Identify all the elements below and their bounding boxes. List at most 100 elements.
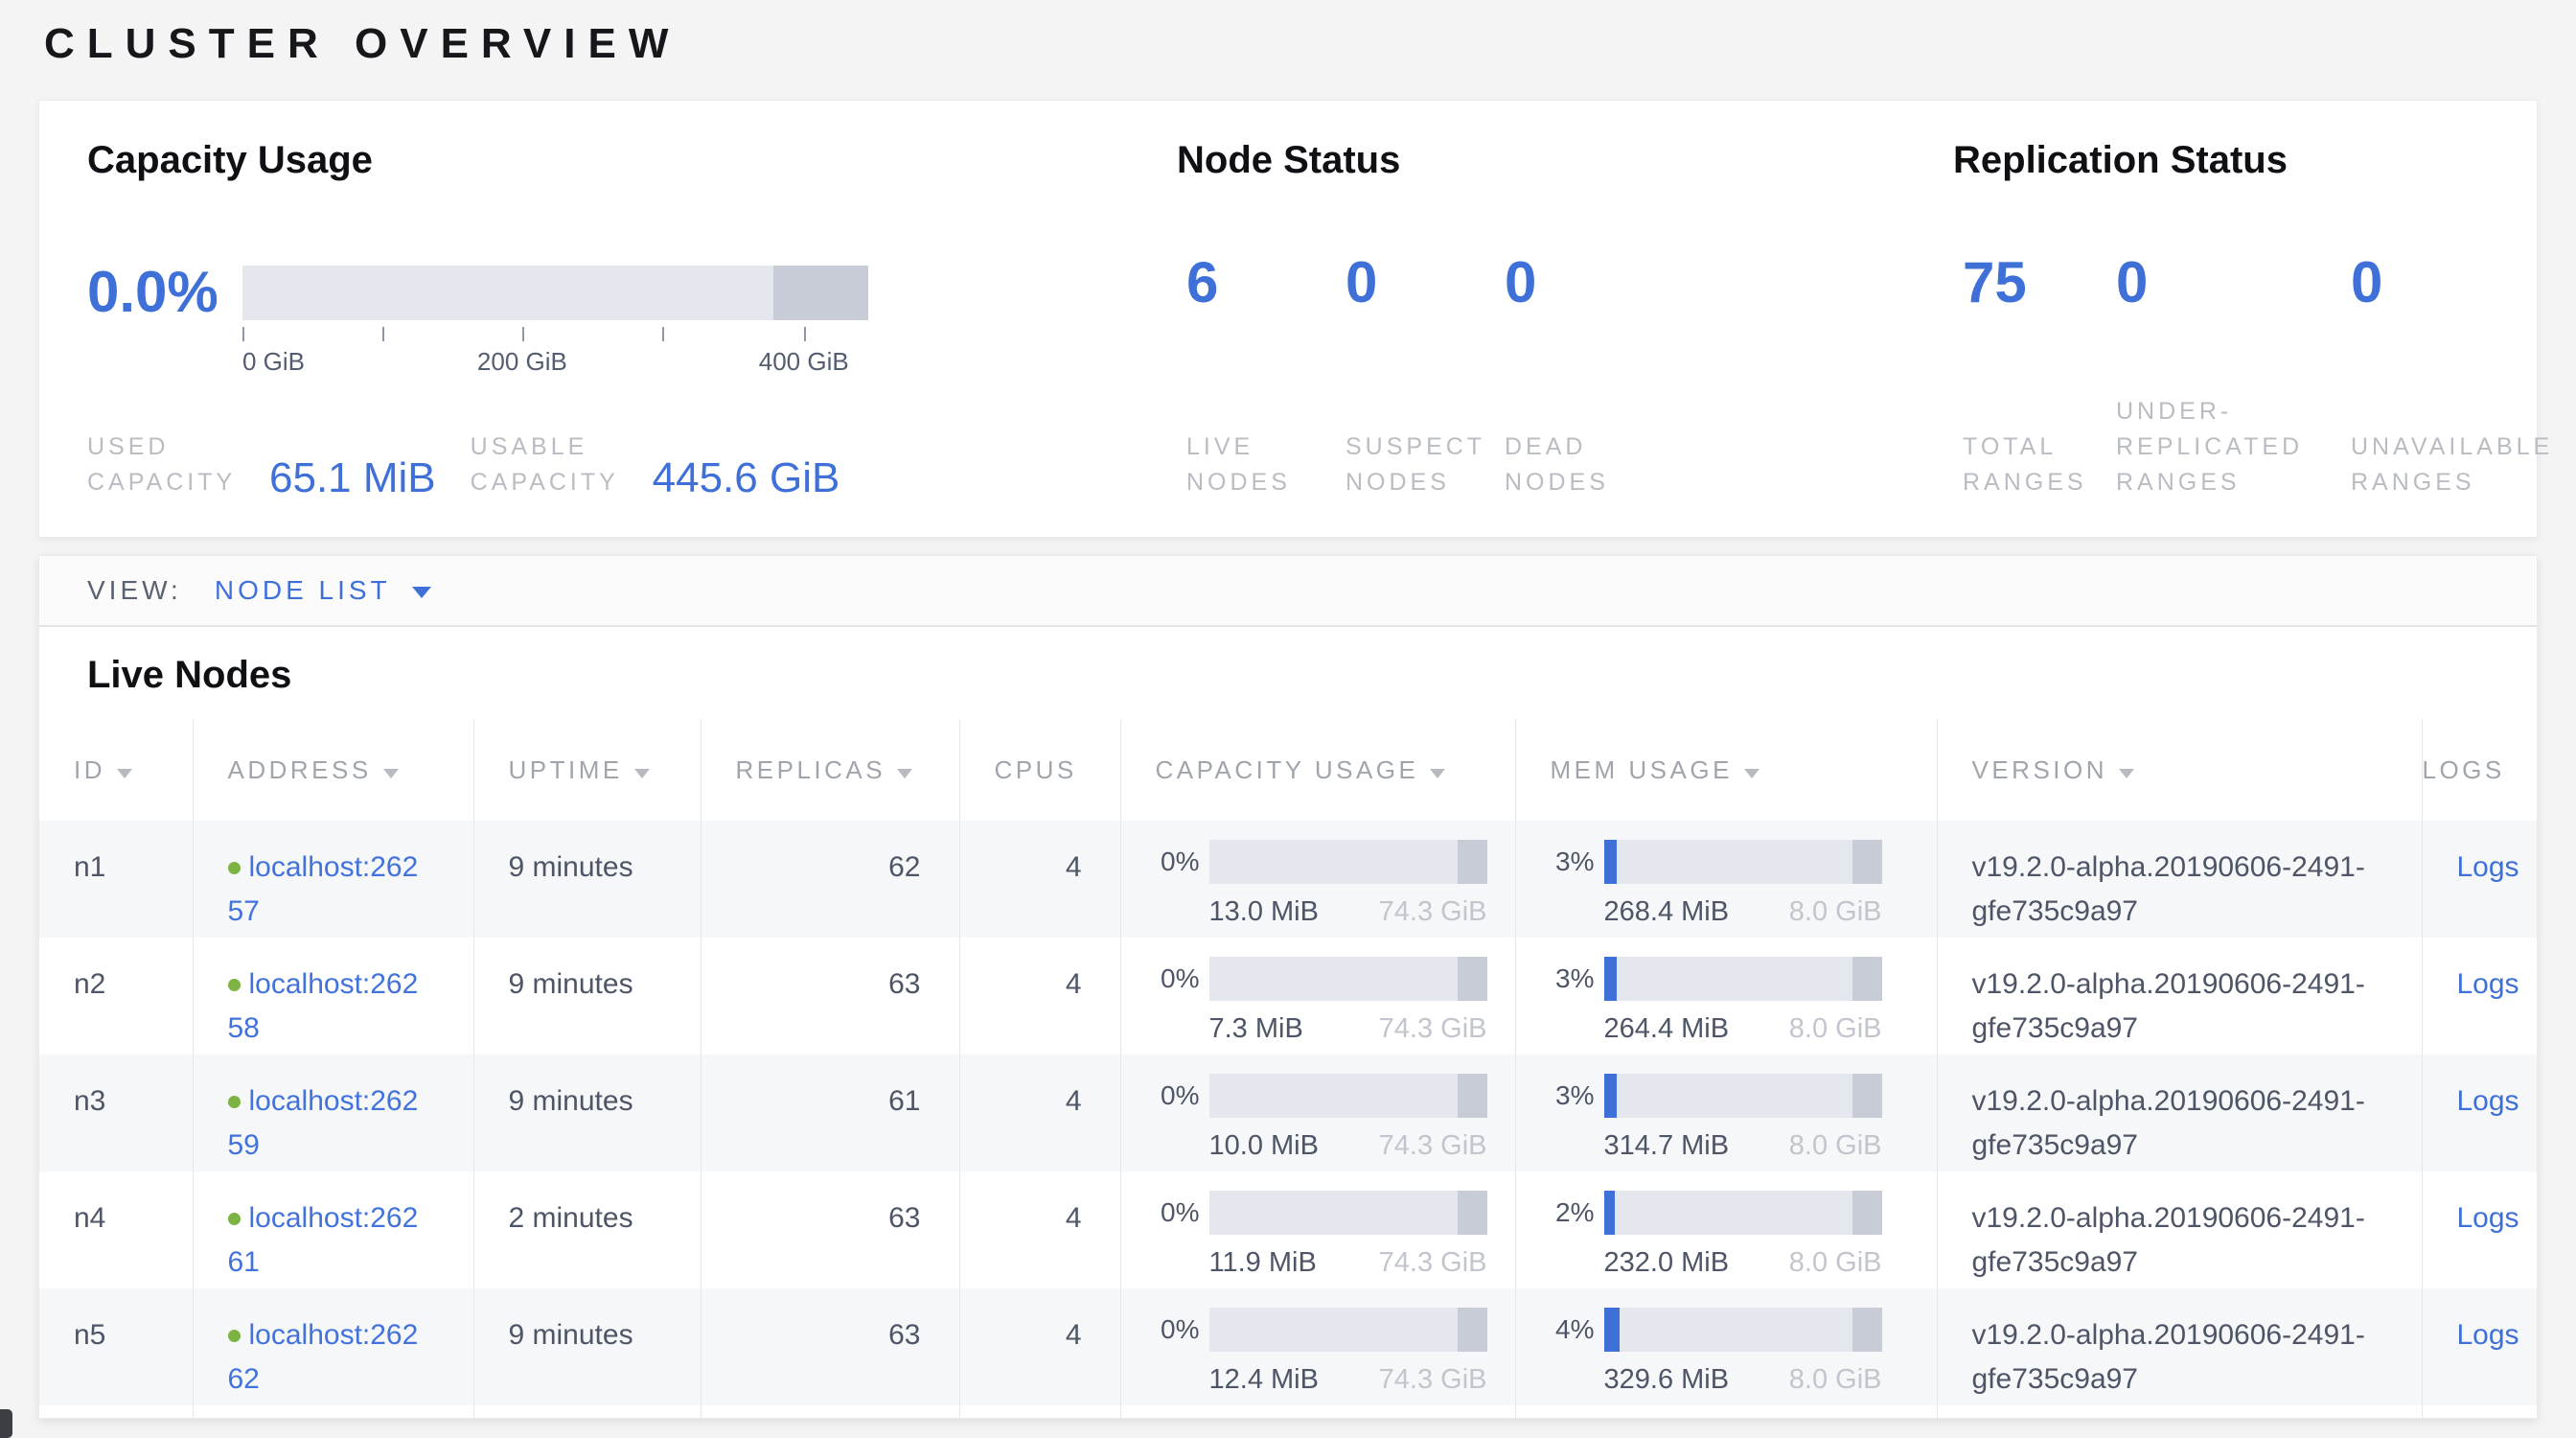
live-nodes-value: 6 <box>1186 248 1336 317</box>
axis-tick <box>662 327 664 341</box>
under-replicated-ranges-stat: 0 UNDER-REPLICATED RANGES <box>2106 248 2341 500</box>
logs-link[interactable]: Logs <box>2457 851 2519 883</box>
sort-caret-icon <box>2119 769 2134 778</box>
view-selected-value: NODE LIST <box>215 575 391 606</box>
capacity-bar-wrap: 0 GiB 200 GiB 400 GiB <box>242 266 868 376</box>
live-status-dot-icon <box>228 1096 241 1108</box>
cell-uptime: 9 minutes <box>473 938 701 1055</box>
total-ranges-stat: 75 TOTAL RANGES <box>1953 248 2106 500</box>
node-address-link[interactable]: localhost:26258 <box>228 968 419 1044</box>
table-row: n2 localhost:26258 9 minutes 63 4 0% 7.3… <box>39 938 2538 1055</box>
live-nodes-label: LIVE NODES <box>1186 429 1340 500</box>
used-capacity-label: USED CAPACITY <box>87 429 260 500</box>
replication-status-section: Replication Status 75 TOTAL RANGES 0 UND… <box>1953 139 2576 500</box>
cell-id: n4 <box>39 1171 193 1288</box>
node-address-link[interactable]: localhost:26261 <box>228 1202 419 1278</box>
cell-address: localhost:26257 <box>193 821 473 938</box>
cell-replicas: 63 <box>701 938 959 1055</box>
total-ranges-value: 75 <box>1963 248 2106 317</box>
node-address-link[interactable]: localhost:26259 <box>228 1085 419 1161</box>
cell-capacity-usage: 0% 7.3 MiB74.3 GiB <box>1120 938 1515 1055</box>
column-header-address[interactable]: ADDRESS <box>193 719 473 821</box>
table-row: n4 localhost:26261 2 minutes 63 4 0% 11.… <box>39 1171 2538 1288</box>
under-replicated-label: UNDER-REPLICATED RANGES <box>2116 394 2332 500</box>
cell-cpus: 4 <box>959 938 1120 1055</box>
live-status-dot-icon <box>228 1213 241 1225</box>
column-header-capacity-usage[interactable]: CAPACITY USAGE <box>1120 719 1515 821</box>
node-address-link[interactable]: localhost:26262 <box>228 1319 419 1395</box>
dead-nodes-value: 0 <box>1505 248 1654 317</box>
live-nodes-stat: 6 LIVE NODES <box>1177 248 1336 500</box>
view-bar: VIEW: NODE LIST <box>39 556 2537 627</box>
cell-mem-usage: 3% 314.7 MiB8.0 GiB <box>1515 1055 1937 1171</box>
column-header-uptime[interactable]: UPTIME <box>473 719 701 821</box>
table-row-partial <box>39 1405 2538 1419</box>
capacity-stats: USED CAPACITY 65.1 MiB USABLE CAPACITY 4… <box>87 429 1177 500</box>
cluster-overview-page: CLUSTER OVERVIEW Capacity Usage 0.0% <box>0 0 2576 1438</box>
capacity-axis-ticks <box>242 320 868 343</box>
view-label: VIEW: <box>87 575 182 606</box>
live-status-dot-icon <box>228 979 241 991</box>
capacity-percent: 0.0% <box>87 258 242 376</box>
unavailable-ranges-stat: 0 UNAVAILABLE RANGES <box>2341 248 2576 500</box>
cell-cpus: 4 <box>959 821 1120 938</box>
chevron-down-icon <box>412 587 431 598</box>
column-header-id[interactable]: ID <box>39 719 193 821</box>
sort-caret-icon <box>1744 769 1760 778</box>
mem-usage-bar <box>1604 1308 1882 1352</box>
capacity-bar-reserved <box>773 266 868 320</box>
live-status-dot-icon <box>228 1330 241 1342</box>
usable-capacity-value: 445.6 GiB <box>653 456 840 500</box>
cell-capacity-usage: 0% 10.0 MiB74.3 GiB <box>1120 1055 1515 1171</box>
cell-address: localhost:26262 <box>193 1288 473 1405</box>
logs-link[interactable]: Logs <box>2457 968 2519 1000</box>
sort-caret-icon <box>1430 769 1445 778</box>
column-header-version[interactable]: VERSION <box>1937 719 2422 821</box>
view-selector-dropdown[interactable]: NODE LIST <box>215 575 431 606</box>
suspect-nodes-label: SUSPECT NODES <box>1346 429 1499 500</box>
cell-id: n3 <box>39 1055 193 1171</box>
sort-caret-icon <box>634 769 650 778</box>
cell-capacity-usage: 0% 12.4 MiB74.3 GiB <box>1120 1288 1515 1405</box>
table-row: n1 localhost:26257 9 minutes 62 4 0% 13.… <box>39 821 2538 938</box>
column-header-replicas[interactable]: REPLICAS <box>701 719 959 821</box>
cell-mem-usage: 4% 329.6 MiB8.0 GiB <box>1515 1288 1937 1405</box>
live-nodes-heading: Live Nodes <box>87 652 2537 698</box>
replication-status-title: Replication Status <box>1953 139 2576 181</box>
cell-id: n5 <box>39 1288 193 1405</box>
capacity-axis-labels: 0 GiB 200 GiB 400 GiB <box>242 343 868 376</box>
table-header-row: ID ADDRESS UPTIME REPLICAS CPUS CAPACITY… <box>39 719 2538 821</box>
logs-link[interactable]: Logs <box>2457 1319 2519 1351</box>
logs-link[interactable]: Logs <box>2457 1202 2519 1234</box>
suspect-nodes-value: 0 <box>1346 248 1495 317</box>
column-header-logs: LOGS <box>2422 719 2538 821</box>
sort-caret-icon <box>897 769 912 778</box>
under-replicated-value: 0 <box>2116 248 2341 317</box>
replication-stats: 75 TOTAL RANGES 0 UNDER-REPLICATED RANGE… <box>1953 248 2576 500</box>
mem-usage-bar <box>1604 1074 1882 1118</box>
table-row: n3 localhost:26259 9 minutes 61 4 0% 10.… <box>39 1055 2538 1171</box>
axis-tick <box>242 327 244 341</box>
axis-label: 0 GiB <box>242 347 305 377</box>
suspect-nodes-stat: 0 SUSPECT NODES <box>1336 248 1495 500</box>
cell-uptime: 9 minutes <box>473 1288 701 1405</box>
cell-version: v19.2.0-alpha.20190606-2491-gfe735c9a97 <box>1937 938 2422 1055</box>
node-address-link[interactable]: localhost:26257 <box>228 851 419 927</box>
capacity-chart: 0.0% 0 GiB 200 GiB <box>87 258 1177 376</box>
cell-id: n2 <box>39 938 193 1055</box>
logs-link[interactable]: Logs <box>2457 1085 2519 1117</box>
cell-mem-usage: 2% 232.0 MiB8.0 GiB <box>1515 1171 1937 1288</box>
cell-replicas: 63 <box>701 1171 959 1288</box>
cell-address: localhost:26259 <box>193 1055 473 1171</box>
cell-logs: Logs <box>2422 938 2538 1055</box>
cell-replicas: 63 <box>701 1288 959 1405</box>
cell-logs: Logs <box>2422 821 2538 938</box>
mem-usage-bar <box>1604 1191 1882 1235</box>
column-header-mem-usage[interactable]: MEM USAGE <box>1515 719 1937 821</box>
node-status-stats: 6 LIVE NODES 0 SUSPECT NODES 0 DEAD NODE… <box>1177 248 1953 500</box>
cell-replicas: 61 <box>701 1055 959 1171</box>
cell-cpus: 4 <box>959 1288 1120 1405</box>
cell-logs: Logs <box>2422 1288 2538 1405</box>
cell-cpus: 4 <box>959 1171 1120 1288</box>
axis-tick <box>382 327 384 341</box>
